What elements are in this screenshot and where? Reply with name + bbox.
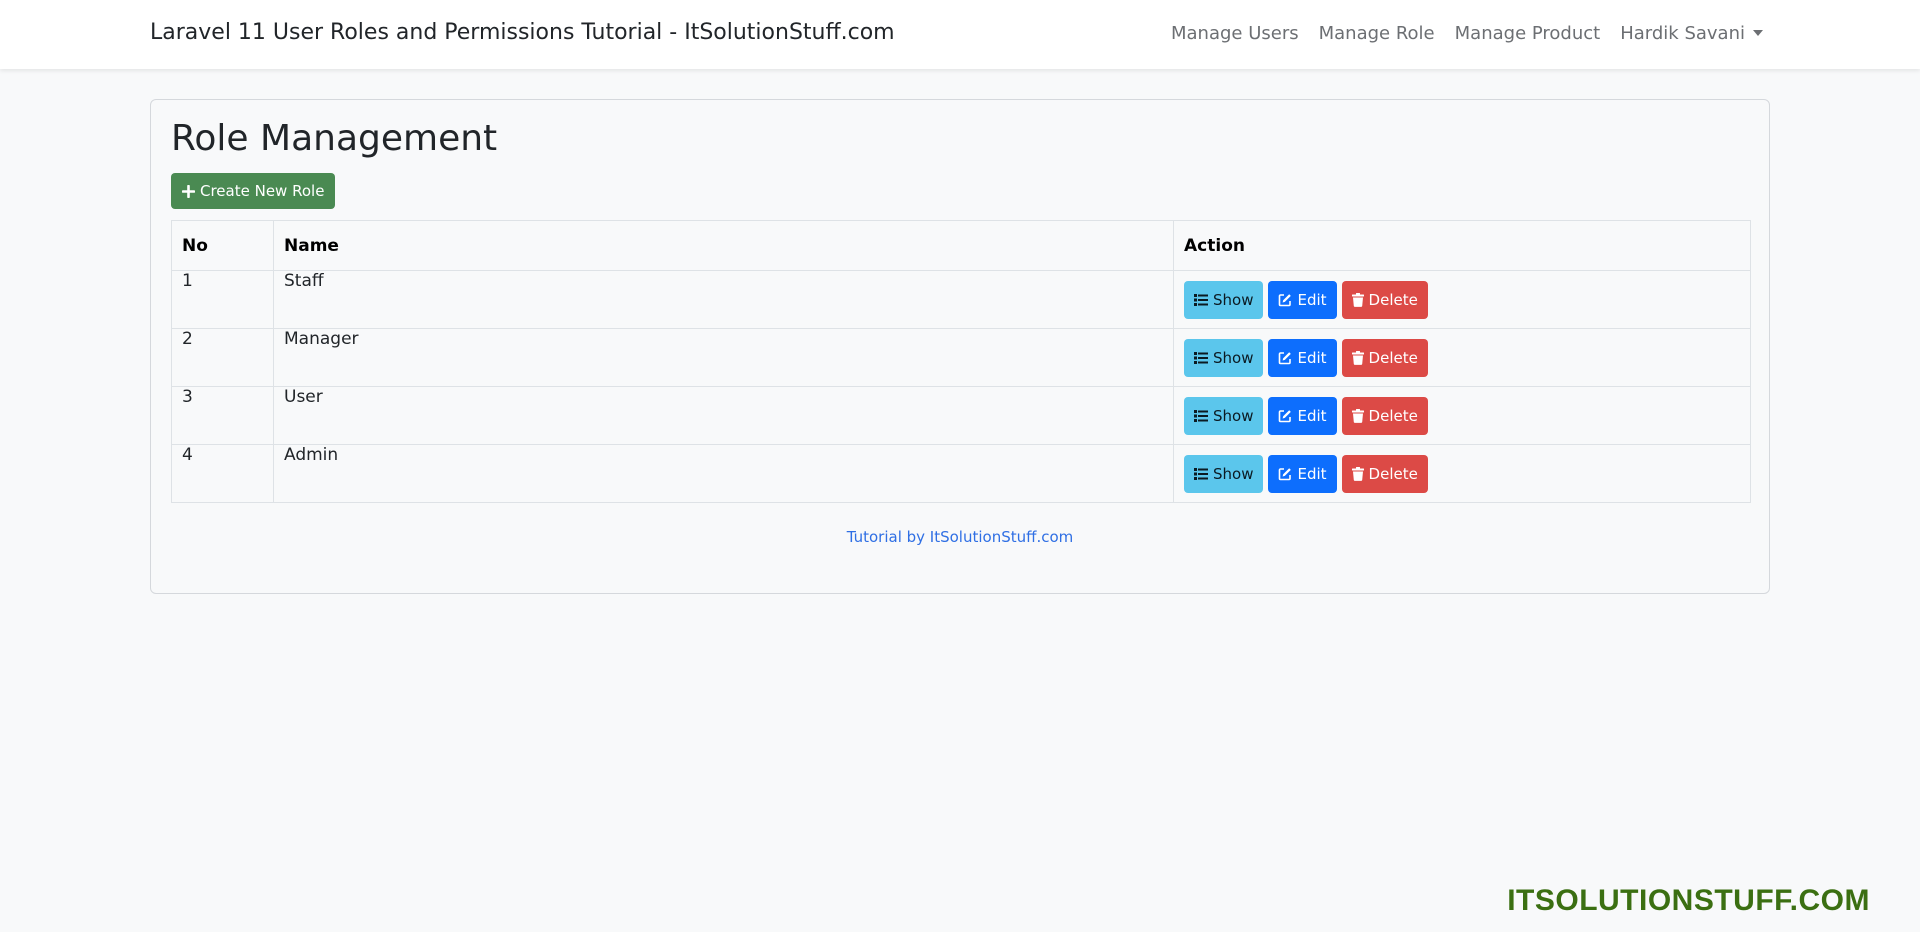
caret-down-icon — [1753, 29, 1763, 36]
row-name: Admin — [273, 444, 1174, 503]
page-title: Role Management — [171, 118, 498, 159]
table-row: 3 User Show Edit Delete — [171, 386, 1751, 445]
edit-icon — [1279, 409, 1292, 422]
table-body: 1 Staff Show Edit Delete 2 Manager Show … — [171, 270, 1751, 503]
main-card: Role Management Create New Role No Name … — [150, 99, 1770, 594]
edit-label: Edit — [1297, 348, 1327, 367]
plus-icon — [182, 184, 195, 198]
edit-icon — [1279, 293, 1292, 306]
edit-button[interactable]: Edit — [1268, 454, 1337, 493]
nav-links: Manage Users Manage Role Manage Product … — [1171, 0, 1763, 66]
row-no: 1 — [171, 270, 274, 329]
edit-button[interactable]: Edit — [1268, 396, 1337, 435]
row-actions: Show Edit Delete — [1173, 444, 1751, 503]
show-label: Show — [1213, 348, 1254, 367]
show-button[interactable]: Show — [1184, 454, 1264, 493]
show-button[interactable]: Show — [1184, 338, 1264, 377]
table-header-row: No Name Action — [171, 220, 1751, 271]
show-label: Show — [1213, 464, 1254, 483]
delete-label: Delete — [1368, 290, 1418, 309]
list-icon — [1194, 467, 1208, 480]
delete-label: Delete — [1368, 348, 1418, 367]
trash-icon — [1351, 292, 1364, 307]
table-row: 1 Staff Show Edit Delete — [171, 270, 1751, 329]
edit-button[interactable]: Edit — [1268, 280, 1337, 319]
delete-button[interactable]: Delete — [1341, 280, 1428, 319]
table-row: 4 Admin Show Edit Delete — [171, 444, 1751, 503]
list-icon — [1194, 409, 1208, 422]
row-no: 2 — [171, 328, 274, 387]
trash-icon — [1351, 466, 1364, 481]
edit-label: Edit — [1297, 406, 1327, 425]
row-name: User — [273, 386, 1174, 445]
header-name: Name — [273, 220, 1174, 271]
header-action: Action — [1173, 220, 1751, 271]
table-row: 2 Manager Show Edit Delete — [171, 328, 1751, 387]
user-name: Hardik Savani — [1620, 22, 1745, 44]
row-actions: Show Edit Delete — [1173, 270, 1751, 329]
delete-button[interactable]: Delete — [1341, 454, 1428, 493]
list-icon — [1194, 351, 1208, 364]
row-name: Staff — [273, 270, 1174, 329]
create-new-role-label: Create New Role — [200, 182, 325, 200]
show-button[interactable]: Show — [1184, 396, 1264, 435]
navbar-brand[interactable]: Laravel 11 User Roles and Permissions Tu… — [150, 0, 895, 66]
show-label: Show — [1213, 406, 1254, 425]
delete-label: Delete — [1368, 464, 1418, 483]
row-no: 3 — [171, 386, 274, 445]
user-dropdown[interactable]: Hardik Savani — [1620, 23, 1763, 44]
create-new-role-button[interactable]: Create New Role — [171, 173, 336, 209]
show-label: Show — [1213, 290, 1254, 309]
header-no: No — [171, 220, 274, 271]
row-name: Manager — [273, 328, 1174, 387]
edit-icon — [1279, 467, 1292, 480]
nav-manage-product[interactable]: Manage Product — [1455, 23, 1601, 44]
delete-button[interactable]: Delete — [1341, 396, 1428, 435]
nav-manage-users[interactable]: Manage Users — [1171, 23, 1299, 44]
trash-icon — [1351, 350, 1364, 365]
watermark: ITSOLUTIONSTUFF.COM — [1507, 884, 1870, 917]
show-button[interactable]: Show — [1184, 280, 1264, 319]
list-icon — [1194, 293, 1208, 306]
top-navbar: Laravel 11 User Roles and Permissions Tu… — [0, 0, 1920, 69]
edit-button[interactable]: Edit — [1268, 338, 1337, 377]
delete-label: Delete — [1368, 406, 1418, 425]
edit-label: Edit — [1297, 464, 1327, 483]
roles-table: No Name Action 1 Staff Show Edit Delete … — [171, 220, 1751, 503]
edit-label: Edit — [1297, 290, 1327, 309]
trash-icon — [1351, 408, 1364, 423]
footer-tutorial-link[interactable]: Tutorial by ItSolutionStuff.com — [151, 528, 1769, 546]
nav-manage-role[interactable]: Manage Role — [1319, 23, 1435, 44]
row-actions: Show Edit Delete — [1173, 386, 1751, 445]
row-actions: Show Edit Delete — [1173, 328, 1751, 387]
row-no: 4 — [171, 444, 274, 503]
delete-button[interactable]: Delete — [1341, 338, 1428, 377]
edit-icon — [1279, 351, 1292, 364]
